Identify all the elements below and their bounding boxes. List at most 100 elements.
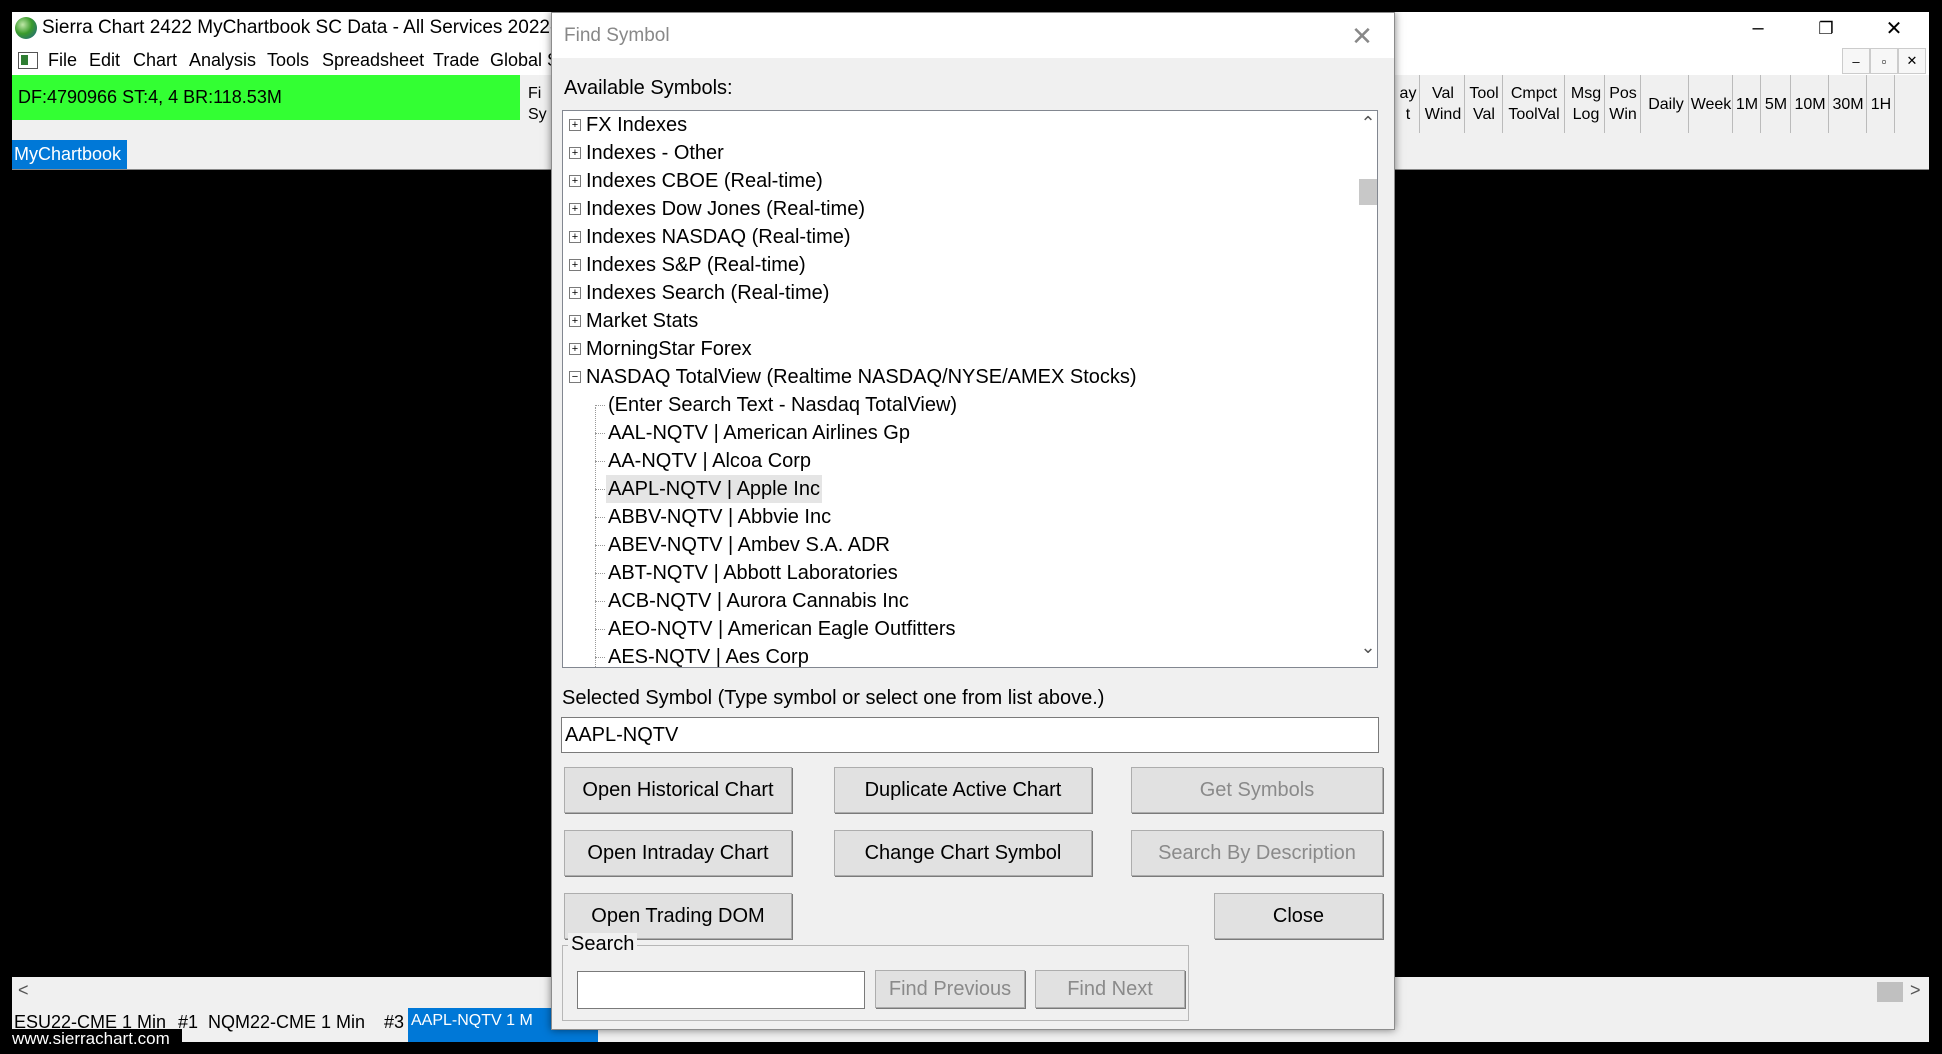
scrollbar-thumb[interactable] (1877, 982, 1903, 1002)
tree-symbol-item[interactable]: AES-NQTV | Aes Corp (563, 643, 1353, 667)
tree-item-label: AAPL-NQTV | Apple Inc (606, 475, 822, 503)
interval-10m-button[interactable]: 10M (1792, 75, 1829, 133)
tree-folder-item[interactable]: + Indexes NASDAQ (Real-time) (563, 223, 1353, 251)
toolbar-tool-val-button[interactable]: Tool Val (1466, 75, 1503, 133)
find-previous-button[interactable]: Find Previous (875, 970, 1025, 1008)
tree-connector (595, 601, 605, 602)
mdi-minimize-button[interactable]: – (1842, 48, 1870, 74)
expand-plus-icon[interactable]: + (569, 203, 581, 215)
tree-symbol-item[interactable]: ACB-NQTV | Aurora Cannabis Inc (563, 587, 1353, 615)
duplicate-active-chart-button[interactable]: Duplicate Active Chart (834, 767, 1092, 813)
restore-button[interactable]: ❐ (1792, 12, 1860, 45)
tree-symbol-item[interactable]: AAL-NQTV | American Airlines Gp (563, 419, 1353, 447)
expand-plus-icon[interactable]: + (569, 231, 581, 243)
selected-symbol-input[interactable]: AAPL-NQTV (561, 717, 1379, 753)
tree-connector (595, 573, 605, 574)
menu-tools[interactable]: Tools (267, 50, 309, 71)
open-intraday-chart-button[interactable]: Open Intraday Chart (564, 830, 792, 876)
mdi-restore-button[interactable]: ▫ (1870, 48, 1898, 74)
expand-plus-icon[interactable]: + (569, 287, 581, 299)
menu-file[interactable]: File (48, 50, 77, 71)
interval-30m-button[interactable]: 30M (1830, 75, 1867, 133)
scroll-left-arrow-icon[interactable]: < (18, 980, 29, 1001)
tree-symbol-item[interactable]: AAPL-NQTV | Apple Inc (563, 475, 1353, 503)
tree-symbol-item[interactable]: ABBV-NQTV | Abbvie Inc (563, 503, 1353, 531)
search-by-description-button[interactable]: Search By Description (1131, 830, 1383, 876)
tree-folder-item[interactable]: − NASDAQ TotalView (Realtime NASDAQ/NYSE/… (563, 363, 1353, 391)
interval-daily-button[interactable]: Daily (1644, 75, 1689, 133)
menu-edit[interactable]: Edit (89, 50, 120, 71)
tree-symbol-item[interactable]: ABT-NQTV | Abbott Laboratories (563, 559, 1353, 587)
tree-folder-item[interactable]: + FX Indexes (563, 111, 1353, 139)
tree-folder-item[interactable]: + Indexes CBOE (Real-time) (563, 167, 1353, 195)
tree-item-label: MorningStar Forex (586, 338, 752, 360)
tree-symbol-item[interactable]: ABEV-NQTV | Ambev S.A. ADR (563, 531, 1353, 559)
close-window-button[interactable]: ✕ (1860, 12, 1928, 45)
tree-connector (595, 517, 605, 518)
tree-folder-item[interactable]: + Indexes Dow Jones (Real-time) (563, 195, 1353, 223)
open-historical-chart-button[interactable]: Open Historical Chart (564, 767, 792, 813)
scroll-up-arrow-icon[interactable]: ⌃ (1359, 113, 1377, 134)
toolbar-label: ToolVal (1508, 106, 1560, 123)
scroll-down-arrow-icon[interactable]: ⌄ (1359, 637, 1377, 658)
interval-5m-button[interactable]: 5M (1762, 75, 1791, 133)
menu-chart[interactable]: Chart (133, 50, 177, 71)
toolbar-label: Val (1473, 106, 1495, 123)
tree-folder-item[interactable]: + Indexes S&P (Real-time) (563, 251, 1353, 279)
available-symbols-label: Available Symbols: (564, 77, 733, 99)
expand-plus-icon[interactable]: + (569, 343, 581, 355)
search-input[interactable] (577, 971, 865, 1009)
status-indicator: DF:4790966 ST:4, 4 BR:118.53M (12, 75, 520, 120)
get-symbols-button[interactable]: Get Symbols (1131, 767, 1383, 813)
chartbook-doc-icon[interactable] (18, 52, 38, 69)
tree-folder-item[interactable]: + Indexes Search (Real-time) (563, 279, 1353, 307)
tree-folder-item[interactable]: + MorningStar Forex (563, 335, 1353, 363)
toolbar-label: t (1405, 106, 1411, 123)
close-button[interactable]: Close (1214, 893, 1383, 939)
scroll-right-arrow-icon[interactable]: > (1910, 980, 1921, 1001)
symbol-tree[interactable]: + FX Indexes + Indexes - Other + Indexes CBOE… (562, 110, 1378, 668)
toolbar-label: Pos (1609, 85, 1637, 102)
tree-folder-item[interactable]: + Market Stats (563, 307, 1353, 335)
find-next-button[interactable]: Find Next (1035, 970, 1185, 1008)
minimize-button[interactable]: – (1724, 12, 1792, 45)
toolbar-partial-button[interactable]: ay t (1397, 75, 1420, 133)
interval-week-button[interactable]: Week (1690, 75, 1733, 133)
tree-folder-item[interactable]: + Indexes - Other (563, 139, 1353, 167)
tree-connector (595, 629, 605, 630)
chartbook-tab[interactable]: MyChartbook (12, 140, 127, 169)
collapse-minus-icon[interactable]: − (569, 371, 581, 383)
tree-item-label: ABT-NQTV | Abbott Laboratories (608, 562, 898, 584)
find-symbol-dialog: Find Symbol ✕ Available Symbols: + FX Ind… (551, 12, 1395, 1030)
tree-symbol-item[interactable]: AEO-NQTV | American Eagle Outfitters (563, 615, 1353, 643)
menu-global-settings[interactable]: Global S (490, 50, 559, 71)
toolbar-label: Tool (1469, 85, 1499, 102)
toolbar-label: Wind (1424, 106, 1462, 123)
tree-scrollbar-thumb[interactable] (1359, 179, 1377, 205)
sierra-chart-globe-icon (15, 17, 37, 39)
expand-plus-icon[interactable]: + (569, 119, 581, 131)
tree-symbol-item[interactable]: AA-NQTV | Alcoa Corp (563, 447, 1353, 475)
menu-spreadsheet[interactable]: Spreadsheet (322, 50, 424, 71)
tree-connector (595, 433, 605, 434)
expand-plus-icon[interactable]: + (569, 259, 581, 271)
menu-trade[interactable]: Trade (433, 50, 479, 71)
tree-item-label: Indexes - Other (586, 142, 724, 164)
toolbar-pos-win-button[interactable]: Pos Win (1606, 75, 1641, 133)
interval-1m-button[interactable]: 1M (1734, 75, 1761, 133)
menu-analysis[interactable]: Analysis (189, 50, 256, 71)
tree-symbol-item[interactable]: (Enter Search Text - Nasdaq TotalView) (563, 391, 1353, 419)
chart-tab-nqm22[interactable]: NQM22-CME 1 Min (208, 1012, 365, 1033)
expand-plus-icon[interactable]: + (569, 175, 581, 187)
toolbar-val-wind-button[interactable]: Val Wind (1422, 75, 1465, 133)
expand-plus-icon[interactable]: + (569, 147, 581, 159)
toolbar-cmpct-toolval-button[interactable]: Cmpct ToolVal (1504, 75, 1565, 133)
dialog-close-icon[interactable]: ✕ (1342, 19, 1382, 53)
mdi-close-button[interactable]: ✕ (1898, 48, 1926, 74)
toolbar-msg-log-button[interactable]: Msg Log (1568, 75, 1605, 133)
expand-plus-icon[interactable]: + (569, 315, 581, 327)
interval-1h-button[interactable]: 1H (1868, 75, 1895, 133)
tree-item-label: AEO-NQTV | American Eagle Outfitters (608, 618, 956, 640)
change-chart-symbol-button[interactable]: Change Chart Symbol (834, 830, 1092, 876)
tree-item-label: ACB-NQTV | Aurora Cannabis Inc (608, 590, 909, 612)
